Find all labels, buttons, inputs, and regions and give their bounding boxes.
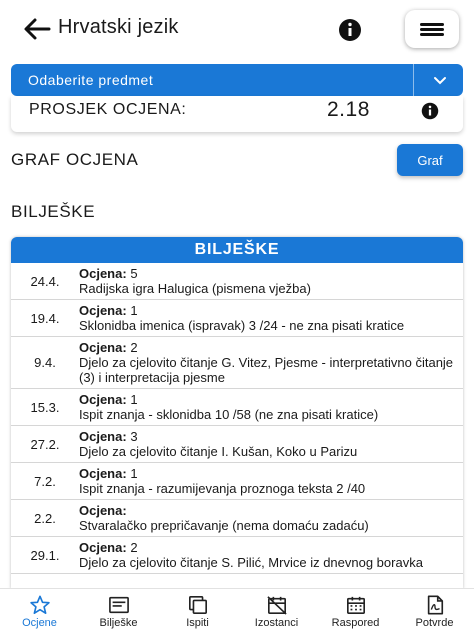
note-body: Ocjena: 1 Ispit znanja - razumijevanja p… <box>79 463 463 499</box>
note-body: Ocjena: 2 Djelo za cjelovito čitanje S. … <box>79 537 463 573</box>
table-row: 15.3. Ocjena: 1 Ispit znanja - sklonidba… <box>11 389 463 426</box>
note-text: Djelo za cjelovito čitanje I. Kušan, Kok… <box>79 444 358 459</box>
grade-label: Ocjena: <box>79 340 127 355</box>
table-row: 29.1. Ocjena: 2 Djelo za cjelovito čitan… <box>11 537 463 574</box>
bottom-tab-bar: Ocjene Bilješke Ispiti Izostanci Raspore… <box>0 588 474 632</box>
chevron-down-icon[interactable] <box>425 70 455 90</box>
star-icon <box>29 595 50 614</box>
tab-raspored[interactable]: Raspored <box>316 589 395 632</box>
note-date: 7.2. <box>34 473 56 489</box>
grade-value: 2 <box>130 340 138 355</box>
page-title: Hrvatski jezik <box>58 16 179 38</box>
note-body: Ocjena: 5 Radijska igra Halugica (pismen… <box>79 263 463 299</box>
tab-izostanci[interactable]: Izostanci <box>237 589 316 632</box>
note-body: Ocjena: Stvaralačko prepričavanje (nema … <box>79 500 463 536</box>
table-row: 2.2. Ocjena: Stvaralačko prepričavanje (… <box>11 500 463 537</box>
note-date: 15.3. <box>30 399 60 415</box>
tab-label: Raspored <box>331 617 380 629</box>
tab-label: Izostanci <box>254 617 299 629</box>
tab-label: Potvrde <box>415 617 454 629</box>
note-text: Djelo za cjelovito čitanje S. Pilić, Mrv… <box>79 555 423 570</box>
grade-label: Ocjena: <box>79 303 127 318</box>
arrow-left-icon[interactable] <box>22 14 52 44</box>
notes-table-header: BILJEŠKE <box>11 237 463 263</box>
notes-icon <box>108 596 129 614</box>
subject-select[interactable]: Odaberite predmet <box>11 64 463 96</box>
grade-value: 5 <box>130 266 138 281</box>
graph-section-title: GRAF OCJENA <box>11 150 139 169</box>
info-icon[interactable] <box>338 18 362 42</box>
note-body: Ocjena: 2 Djelo za cjelovito čitanje G. … <box>79 337 463 388</box>
average-value: 2.18 <box>327 98 370 121</box>
table-row: 24.4. Ocjena: 5 Radijska igra Halugica (… <box>11 263 463 300</box>
note-date: 29.1. <box>30 547 60 563</box>
grade-label: Ocjena: <box>79 503 127 518</box>
pdf-icon <box>427 595 443 615</box>
calendar-icon <box>346 596 365 614</box>
table-row: 7.2. Ocjena: 1 Ispit znanja - razumijeva… <box>11 463 463 500</box>
tab-label: Ispiti <box>186 617 209 629</box>
notes-table: BILJEŠKE 24.4. Ocjena: 5 Radijska igra H… <box>11 237 463 589</box>
subject-select-label: Odaberite predmet <box>28 72 154 88</box>
grade-value: 1 <box>130 466 138 481</box>
note-body: Ocjena: 1 Sklonidba imenica (ispravak) 3… <box>79 300 463 336</box>
copy-icon <box>188 596 207 614</box>
tab-label: Ocjene <box>22 617 57 629</box>
hamburger-menu-icon <box>420 21 444 38</box>
app-header: Hrvatski jezik <box>0 0 474 58</box>
average-card: PROSJEK OCJENA: 2.18 <box>11 96 463 132</box>
tab-biljeske[interactable]: Bilješke <box>79 589 158 632</box>
grade-label: Ocjena: <box>79 392 127 407</box>
table-row: 19.4. Ocjena: 1 Sklonidba imenica (ispra… <box>11 300 463 337</box>
graph-button[interactable]: Graf <box>397 144 463 176</box>
note-body: Ocjena: 1 Ispit znanja - sklonidba 10 /5… <box>79 389 463 425</box>
tab-potvrde[interactable]: Potvrde <box>395 589 474 632</box>
subject-select-divider <box>413 64 414 96</box>
tab-label: Bilješke <box>99 617 138 629</box>
grade-label: Ocjena: <box>79 540 127 555</box>
grade-value: 2 <box>130 540 138 555</box>
table-row: 9.4. Ocjena: 2 Djelo za cjelovito čitanj… <box>11 337 463 389</box>
notes-section-title: BILJEŠKE <box>11 202 96 221</box>
note-date: 27.2. <box>30 436 60 452</box>
calendar-off-icon <box>266 596 287 615</box>
note-text: Djelo za cjelovito čitanje G. Vitez, Pje… <box>79 355 454 385</box>
note-body: Ocjena: 3 Djelo za cjelovito čitanje I. … <box>79 426 463 462</box>
note-text: Stvaralačko prepričavanje (nema domaću z… <box>79 518 369 533</box>
average-label: PROSJEK OCJENA: <box>29 101 187 118</box>
tab-ispiti[interactable]: Ispiti <box>158 589 237 632</box>
tab-ocjene[interactable]: Ocjene <box>0 589 79 632</box>
grade-value: 1 <box>130 303 138 318</box>
note-text: Radijska igra Halugica (pismena vježba) <box>79 281 311 296</box>
table-row: 27.2. Ocjena: 3 Djelo za cjelovito čitan… <box>11 426 463 463</box>
grade-value: 1 <box>130 392 138 407</box>
note-date: 9.4. <box>34 355 56 370</box>
grade-label: Ocjena: <box>79 429 127 444</box>
grade-label: Ocjena: <box>79 466 127 481</box>
note-date: 2.2. <box>34 510 56 526</box>
note-text: Ispit znanja - razumijevanja proznoga te… <box>79 481 366 496</box>
info-icon[interactable] <box>421 102 439 120</box>
menu-button[interactable] <box>405 10 459 48</box>
grade-value: 3 <box>130 429 138 444</box>
note-date: 19.4. <box>30 310 60 326</box>
note-date: 24.4. <box>30 273 60 289</box>
note-text: Sklonidba imenica (ispravak) 3 /24 - ne … <box>79 318 405 333</box>
note-text: Ispit znanja - sklonidba 10 /58 (ne zna … <box>79 407 379 422</box>
grade-label: Ocjena: <box>79 266 127 281</box>
